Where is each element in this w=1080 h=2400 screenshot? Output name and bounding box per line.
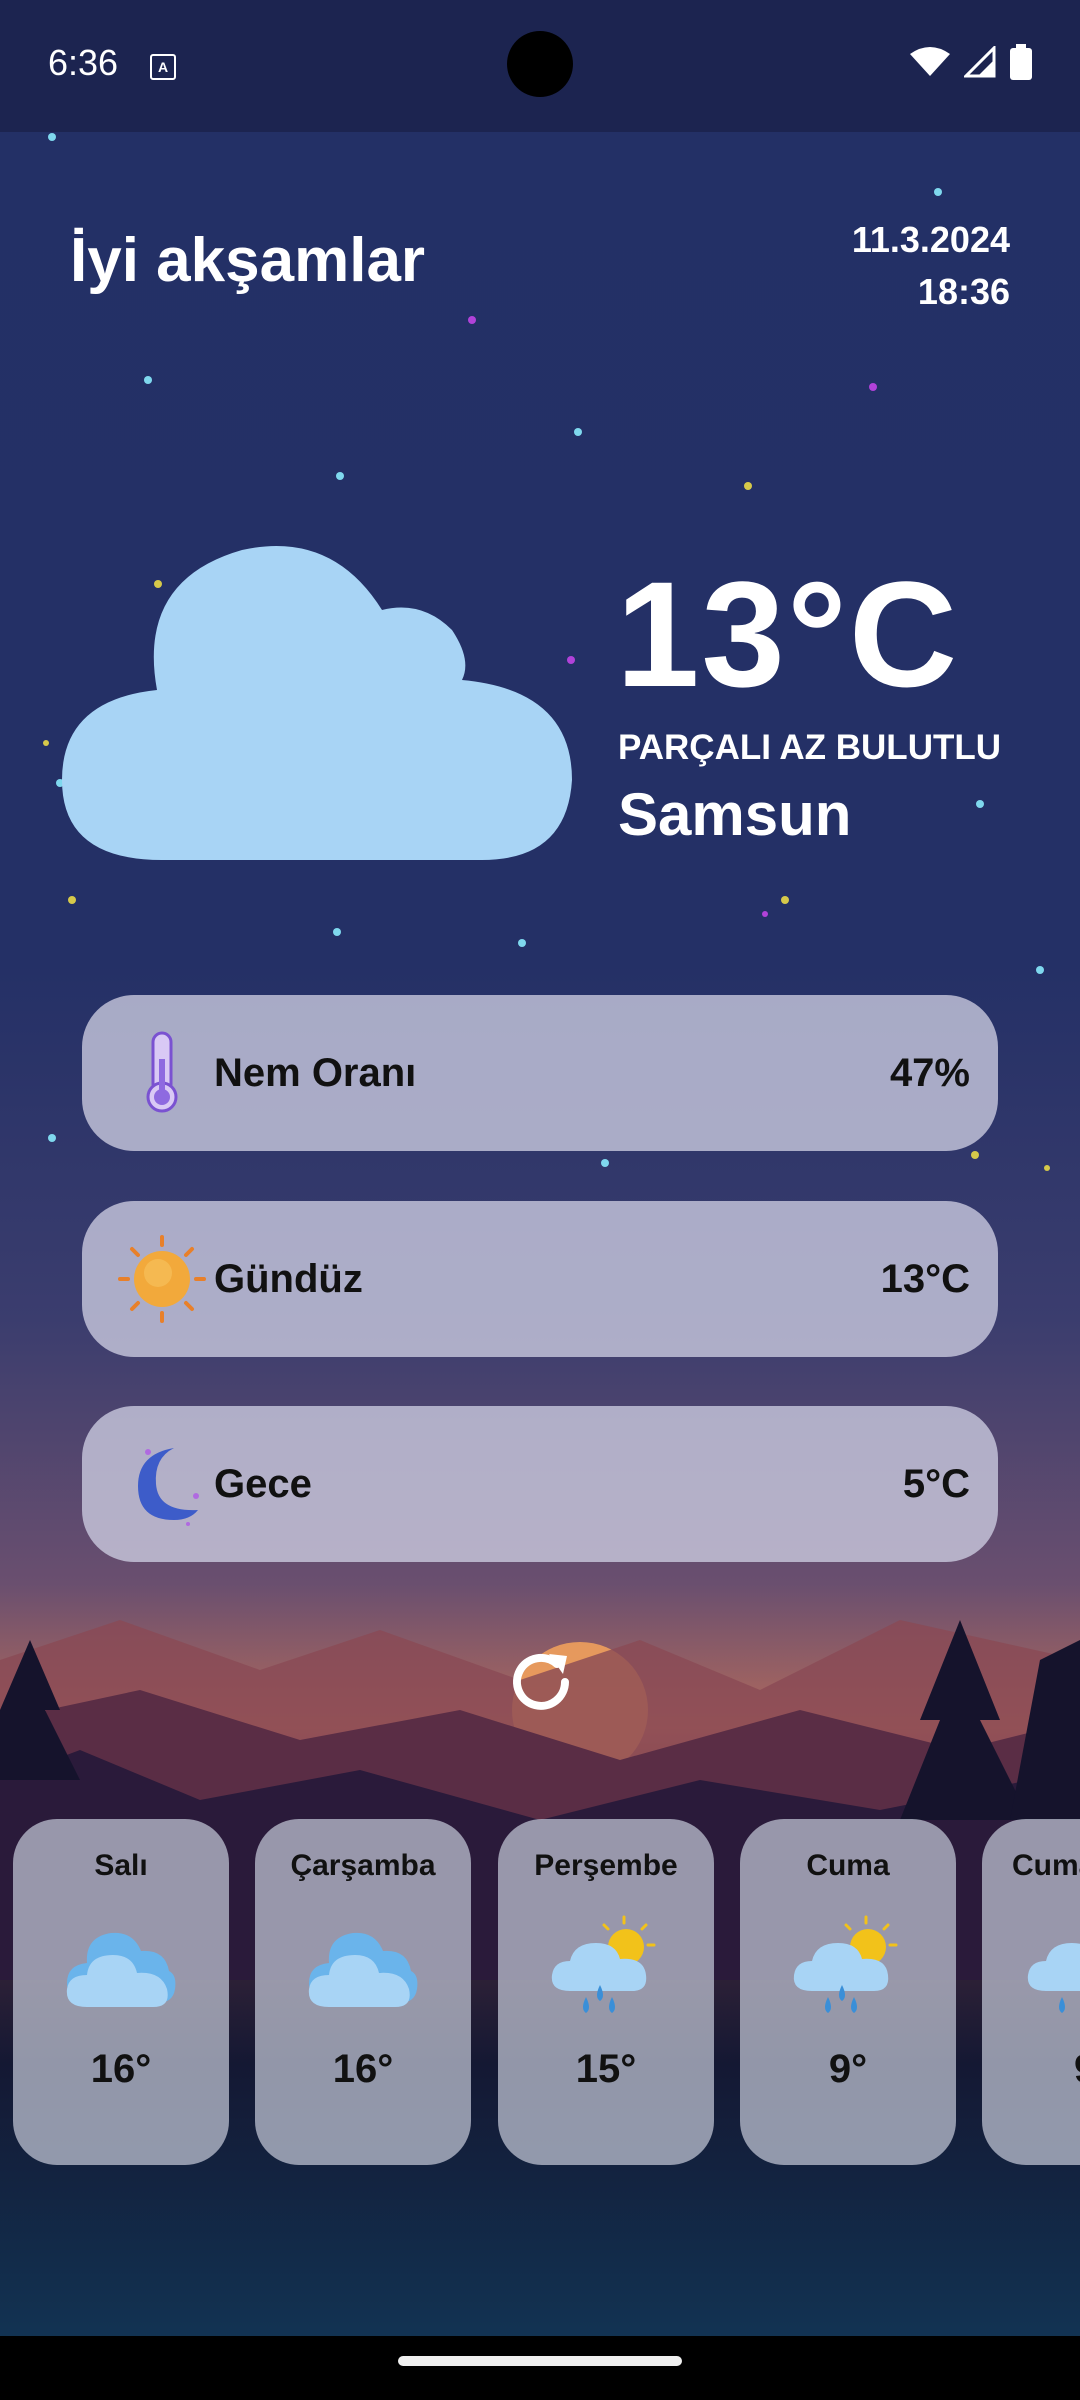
daytime-value: 13°C xyxy=(880,1257,970,1301)
status-icons xyxy=(910,44,1032,80)
moon-icon xyxy=(138,1448,199,1526)
humidity-label: Nem Oranı xyxy=(214,1051,417,1095)
forecast-list[interactable]: Salı 16° Çarşamba 16° Perşembe 15° Cuma … xyxy=(13,1819,1080,2165)
forecast-card[interactable]: Salı 16° xyxy=(13,1819,229,2165)
camera-cutout xyxy=(507,31,573,97)
daytime-card: Gündüz 13°C xyxy=(82,1201,998,1357)
notification-icon: A xyxy=(150,54,176,80)
forecast-day: Salı xyxy=(94,1849,148,1882)
signal-icon xyxy=(964,46,996,78)
daytime-label: Gündüz xyxy=(214,1257,363,1301)
home-indicator[interactable] xyxy=(398,2356,682,2366)
forecast-temp: 9° xyxy=(982,2047,1080,2092)
date-time: 11.3.2024 18:36 xyxy=(852,214,1010,318)
forecast-temp: 9° xyxy=(828,2047,868,2091)
wifi-icon xyxy=(910,47,950,76)
cloud-icon xyxy=(66,1932,176,2007)
humidity-card: Nem Oranı 47% xyxy=(82,995,998,1151)
city-name[interactable]: Samsun xyxy=(618,780,851,849)
forecast-card[interactable]: Çarşamba 16° xyxy=(255,1819,471,2165)
forecast-temp: 15° xyxy=(575,2047,637,2091)
status-time: 6:36 xyxy=(48,42,119,83)
battery-icon xyxy=(1010,44,1032,80)
sun-icon xyxy=(118,1235,206,1323)
forecast-day: Perşembe xyxy=(534,1849,678,1882)
forecast-temp: 16° xyxy=(332,2047,394,2091)
forecast-card[interactable]: Cuma 9° xyxy=(982,1819,1080,2165)
thermometer-icon xyxy=(146,1031,178,1113)
current-temperature: 13°C xyxy=(616,550,960,718)
cloud-icon xyxy=(308,1932,418,2007)
night-card: Gece 5°C xyxy=(82,1406,998,1562)
forecast-day: Cuma xyxy=(806,1849,890,1882)
forecast-temp: 16° xyxy=(90,2047,152,2091)
current-date: 11.3.2024 xyxy=(851,219,1010,260)
forecast-card[interactable]: Cuma 9° xyxy=(740,1819,956,2165)
refresh-icon[interactable] xyxy=(505,1646,577,1718)
cloud-icon xyxy=(62,546,572,860)
weather-screen: 6:36 A İyi akşamlar 11.3.2024 18:36 13°C… xyxy=(0,0,1080,2400)
navigation-bar xyxy=(0,2336,1080,2400)
humidity-value: 47% xyxy=(889,1051,970,1095)
rain-sun-icon xyxy=(551,1915,656,2013)
status-bar: 6:36 A xyxy=(0,0,1080,132)
night-value: 5°C xyxy=(902,1462,970,1506)
forecast-day: Cuma xyxy=(1012,1849,1080,1882)
rain-sun-icon xyxy=(793,1915,898,2013)
forecast-day: Çarşamba xyxy=(290,1849,436,1882)
rain-cloud-icon xyxy=(1027,1943,1080,2013)
weather-description: PARÇALI AZ BULUTLU xyxy=(618,728,1002,767)
forecast-card[interactable]: Perşembe 15° xyxy=(498,1819,714,2165)
greeting-text: İyi akşamlar xyxy=(70,226,426,295)
night-label: Gece xyxy=(214,1462,312,1506)
current-time: 18:36 xyxy=(917,271,1010,312)
